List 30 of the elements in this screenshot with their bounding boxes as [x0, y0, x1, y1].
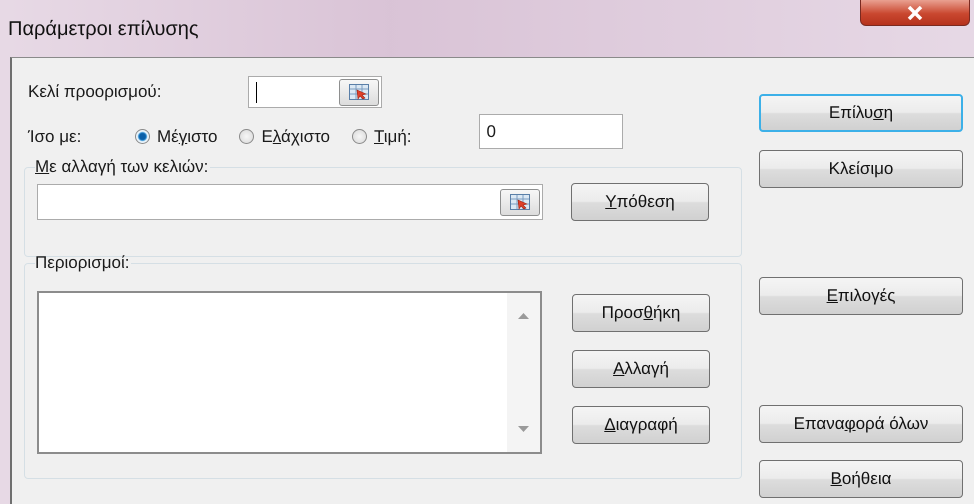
- field-label: Ίσο με:: [28, 126, 82, 146]
- group-label: Περιορισμοί:: [35, 253, 130, 273]
- dialog-button[interactable]: Επιλογές: [759, 277, 963, 315]
- dialog-button[interactable]: Βοήθεια: [759, 460, 963, 498]
- close-icon: [907, 6, 923, 20]
- constraint-button[interactable]: Προσθήκη: [572, 294, 710, 332]
- range-picker-icon: [349, 84, 369, 100]
- close-button[interactable]: [860, 0, 970, 26]
- constraint-button[interactable]: Διαγραφή: [572, 406, 710, 444]
- guess-button[interactable]: Υπόθεση: [571, 183, 709, 221]
- scrollbar[interactable]: [507, 293, 540, 452]
- group-label: Με αλλαγή των κελιών:: [35, 157, 210, 177]
- range-picker-icon: [510, 194, 530, 210]
- dialog-button[interactable]: Επίλυση: [759, 94, 963, 132]
- range-picker-button[interactable]: [500, 188, 540, 216]
- field-label: Κελί προορισμού:: [28, 82, 162, 102]
- scroll-down-icon[interactable]: [518, 426, 529, 432]
- target-cell-field[interactable]: [248, 76, 382, 108]
- window-title: Παράμετροι επίλυσης: [8, 18, 199, 41]
- dialog-button[interactable]: Επαναφορά όλων: [759, 405, 963, 443]
- scroll-up-icon[interactable]: [518, 313, 529, 319]
- radio-option[interactable]: Τιμή:: [352, 116, 412, 146]
- changing-cells-field[interactable]: [37, 184, 543, 220]
- dialog-button[interactable]: Κλείσιμο: [759, 150, 963, 188]
- value-field[interactable]: 0: [478, 114, 623, 149]
- constraint-button[interactable]: Αλλαγή: [572, 350, 710, 388]
- radio-option[interactable]: Μέγιστο: [135, 116, 218, 146]
- constraints-list[interactable]: [37, 291, 542, 454]
- radio-option[interactable]: Ελάχιστο: [239, 116, 330, 146]
- range-picker-button[interactable]: [339, 78, 379, 106]
